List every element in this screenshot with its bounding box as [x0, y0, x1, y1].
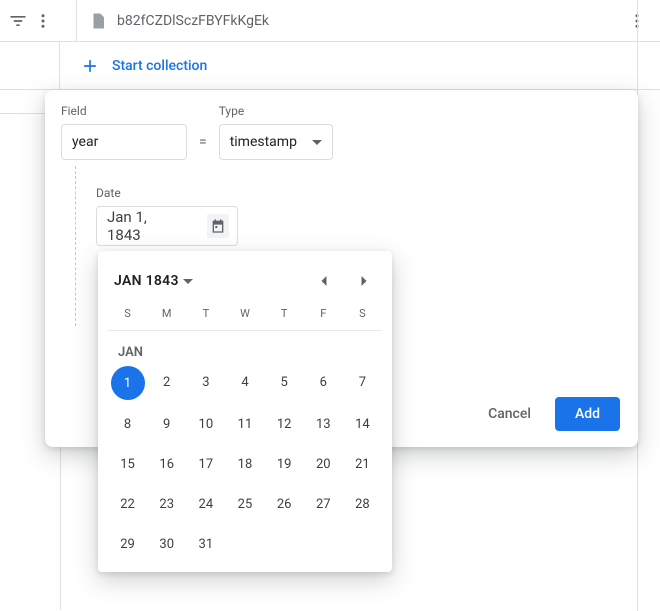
type-label: Type — [219, 104, 333, 118]
top-toolbar: b82fCZDlSczFBYFkKgEk — [0, 0, 660, 42]
day-cell[interactable]: 16 — [147, 448, 186, 480]
chevron-down-icon — [183, 279, 193, 284]
field-label: Field — [61, 104, 187, 118]
add-button[interactable]: Add — [555, 397, 620, 431]
day-cell[interactable]: 1 — [111, 366, 145, 400]
day-cell[interactable]: 11 — [225, 408, 264, 440]
day-cell[interactable]: 4 — [225, 366, 264, 398]
weekday-cell: M — [147, 307, 186, 320]
day-cell[interactable]: 25 — [225, 488, 264, 520]
day-cell[interactable]: 19 — [265, 448, 304, 480]
day-cell[interactable]: 20 — [304, 448, 343, 480]
datepicker-month-year-button[interactable]: JAN 1843 — [114, 273, 193, 289]
document-icon — [89, 12, 107, 30]
day-cell[interactable]: 18 — [225, 448, 264, 480]
day-cell[interactable]: 17 — [186, 448, 225, 480]
weekday-header: SMTWTFS — [108, 303, 382, 331]
day-cell[interactable]: 8 — [108, 408, 147, 440]
date-input-value: Jan 1, 1843 — [107, 208, 177, 244]
document-id: b82fCZDlSczFBYFkKgEk — [89, 12, 269, 30]
cancel-button[interactable]: Cancel — [478, 398, 541, 430]
day-cell[interactable]: 29 — [108, 528, 147, 560]
day-cell[interactable]: 14 — [343, 408, 382, 440]
day-cell[interactable]: 23 — [147, 488, 186, 520]
day-cell[interactable]: 24 — [186, 488, 225, 520]
field-name-input[interactable]: year — [61, 124, 187, 160]
day-cell[interactable]: 7 — [343, 366, 382, 398]
day-cell[interactable]: 6 — [304, 366, 343, 398]
day-cell[interactable]: 26 — [265, 488, 304, 520]
weekday-cell: T — [265, 307, 304, 320]
weekday-cell: S — [108, 307, 147, 320]
filter-icon[interactable] — [8, 11, 28, 31]
kebab-icon[interactable] — [34, 12, 52, 30]
datepicker-popover: JAN 1843 SMTWTFS JAN 1234567891011121314… — [98, 251, 392, 572]
type-value: timestamp — [230, 134, 297, 150]
day-cell[interactable]: 5 — [265, 366, 304, 398]
day-cell[interactable]: 22 — [108, 488, 147, 520]
weekday-cell: S — [343, 307, 382, 320]
day-cell[interactable]: 9 — [147, 408, 186, 440]
date-label: Date — [96, 186, 238, 200]
next-month-button[interactable] — [352, 269, 376, 293]
weekday-cell: T — [186, 307, 225, 320]
collection-row: Start collection — [0, 42, 660, 90]
day-cell[interactable]: 10 — [186, 408, 225, 440]
start-collection-button[interactable]: Start collection — [60, 56, 207, 76]
prev-month-button[interactable] — [312, 269, 336, 293]
day-cell[interactable]: 2 — [147, 366, 186, 398]
day-cell[interactable]: 28 — [343, 488, 382, 520]
month-label: JAN — [108, 331, 382, 366]
equals-sign: = — [197, 124, 209, 160]
day-cell[interactable]: 3 — [186, 366, 225, 398]
date-input[interactable]: Jan 1, 1843 — [96, 206, 238, 246]
type-select[interactable]: timestamp — [219, 124, 333, 160]
day-cell[interactable]: 12 — [265, 408, 304, 440]
date-field-group: Date Jan 1, 1843 — [96, 186, 238, 246]
start-collection-label: Start collection — [112, 58, 207, 74]
document-id-text: b82fCZDlSczFBYFkKgEk — [117, 13, 269, 29]
plus-icon — [80, 56, 100, 76]
weekday-cell: F — [304, 307, 343, 320]
field-name-value: year — [72, 134, 98, 150]
day-cell[interactable]: 21 — [343, 448, 382, 480]
hierarchy-line — [75, 166, 87, 326]
chevron-down-icon — [312, 140, 322, 145]
weekday-cell: W — [225, 307, 264, 320]
datepicker-title: JAN 1843 — [114, 273, 179, 289]
day-cell[interactable]: 15 — [108, 448, 147, 480]
day-cell[interactable]: 27 — [304, 488, 343, 520]
day-cell[interactable]: 30 — [147, 528, 186, 560]
day-cell[interactable]: 13 — [304, 408, 343, 440]
calendar-grid: 1234567891011121314151617181920212223242… — [108, 366, 382, 560]
calendar-icon[interactable] — [207, 214, 229, 238]
sidebar-spacer — [0, 42, 60, 90]
day-cell[interactable]: 31 — [186, 528, 225, 560]
